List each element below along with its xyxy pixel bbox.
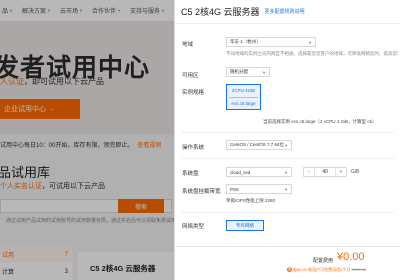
- disk-label: 系统盘: [182, 171, 199, 177]
- modal-overlay[interactable]: [0, 0, 174, 280]
- spec-option[interactable]: 2CPU 4GiB ecs.c5.large: [226, 84, 261, 110]
- price-footer: 配置费用 ¥0.00 惠省¥0.00 新用户可免费试用3个月 ¥213.00: [175, 246, 400, 280]
- network-label: 网络类型: [182, 224, 205, 230]
- chevron-down-icon: ▼: [284, 143, 288, 148]
- spec-cpu-memory: 2CPU 4GiB: [231, 88, 256, 93]
- drawer-header: C5 2核4G 云服务器 更多配置规则说明: [175, 0, 400, 24]
- discount-note: 惠省¥0.00 新用户可免费试用3个月 ¥213.00: [287, 267, 366, 273]
- spec-label: 实例规格: [182, 90, 205, 96]
- price-value: ¥0.00: [337, 251, 365, 263]
- bandwidth-label: 系统盘挂载带宽: [182, 189, 221, 195]
- bandwidth-hint: 单盘IOPS性能上限 2280: [226, 198, 276, 203]
- chevron-down-icon: ▼: [308, 40, 312, 45]
- os-select[interactable]: CentOS / CentOS 7.7 64位 ▼: [226, 140, 292, 150]
- region-value: 华东 1（杭州）: [230, 39, 261, 44]
- decrement-button[interactable]: −: [304, 169, 314, 175]
- chevron-down-icon: ▼: [284, 170, 288, 175]
- disk-size-value[interactable]: 40: [314, 168, 336, 176]
- zone-label: 可用区: [182, 73, 199, 79]
- drawer-title: C5 2核4G 云服务器: [181, 7, 260, 17]
- spec-instance-type: ecs.c5.large: [231, 101, 256, 106]
- section-divider: [182, 132, 394, 133]
- chevron-down-icon: ▼: [284, 187, 288, 192]
- bandwidth-select[interactable]: PS0 ▼: [226, 184, 292, 194]
- fee-label: 配置费用: [313, 258, 334, 264]
- section-divider: [182, 212, 394, 213]
- disk-unit: GiB: [351, 169, 360, 175]
- region-select[interactable]: 华东 1（杭州） ▼: [226, 37, 316, 47]
- disk-type-select[interactable]: cloud_ssd ▼: [226, 167, 292, 177]
- config-drawer: C5 2核4G 云服务器 更多配置规则说明 地域 华东 1（杭州） ▼ 不同地域的…: [174, 0, 400, 280]
- config-rules-link[interactable]: 更多配置规则说明: [265, 8, 305, 15]
- discount-text: 省¥0.00 新用户可免费试用3个月: [293, 267, 351, 272]
- spec-summary: 当前选择实例 ecs.c5.large（2 vCPU 4 GiB，计算型 c5）: [263, 119, 377, 124]
- region-label: 地域: [182, 42, 194, 48]
- network-option[interactable]: 专有网络: [226, 220, 264, 231]
- bandwidth-value: PS0: [230, 186, 239, 192]
- os-value: CentOS / CentOS 7.7 64位: [230, 142, 285, 147]
- increment-button[interactable]: +: [336, 169, 346, 175]
- disk-size-stepper[interactable]: − 40 +: [303, 167, 347, 177]
- original-price: ¥213.00: [351, 267, 366, 272]
- spec-divider: [229, 97, 258, 98]
- discount-icon: 惠: [287, 267, 292, 273]
- zone-value: 随机分配: [230, 69, 248, 74]
- zone-select[interactable]: 随机分配 ▼: [226, 67, 270, 77]
- os-label: 操作系统: [182, 145, 205, 151]
- disk-type-value: cloud_ssd: [230, 169, 251, 175]
- section-divider: [182, 158, 394, 159]
- region-hint: 不同地域的实例之间内网互不相通，选择靠近您客户的地域，可降低网络延时、提高您客户…: [226, 51, 398, 56]
- chevron-down-icon: ▼: [262, 70, 266, 75]
